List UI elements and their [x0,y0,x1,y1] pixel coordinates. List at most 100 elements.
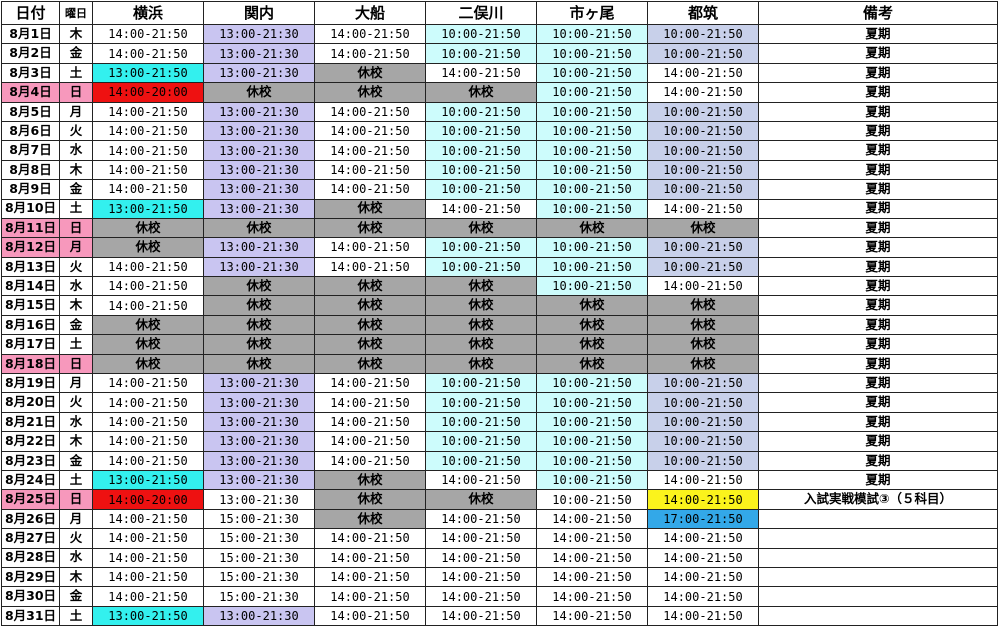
note-cell: 夏期 [758,120,998,142]
ofuna-hours-cell: 休校 [314,489,426,510]
kannai-hours-cell: 13:00-21:30 [203,198,315,219]
tsuzuki-hours-cell: 14:00-21:50 [647,566,759,588]
date-cell: 8月20日 [1,392,60,413]
kannai-hours-cell: 13:00-21:30 [203,101,315,122]
note-cell: 夏期 [758,101,998,122]
yokohama-hours-cell: 休校 [92,217,204,239]
table-row: 8月22日木 14:00-21:50 13:00-21:30 14:00-21:50 1… [1,431,998,452]
weekday-cell: 木 [59,431,93,452]
date-cell: 8月17日 [1,334,60,355]
ichigao-hours-cell: 10:00-21:50 [536,276,648,297]
futamatagawa-hours-cell: 14:00-21:50 [425,528,537,549]
tsuzuki-hours-cell: 10:00-21:50 [647,23,759,45]
futamatagawa-hours-cell: 休校 [425,276,537,297]
note-cell: 夏期 [758,276,998,297]
date-cell: 8月7日 [1,140,60,161]
kannai-hours-cell: 休校 [203,334,315,355]
date-cell: 8月27日 [1,528,60,549]
weekday-cell: 日 [59,217,93,239]
table-row: 8月29日木 14:00-21:50 15:00-21:30 14:00-21:50 1… [1,566,998,588]
kannai-hours-cell: 13:00-21:30 [203,237,315,258]
futamatagawa-hours-cell: 休校 [425,334,537,355]
header-notes: 備考 [758,1,998,25]
weekday-cell: 木 [59,295,93,316]
date-cell: 8月16日 [1,314,60,336]
table-row: 8月28日水 14:00-21:50 15:00-21:30 14:00-21:50 1… [1,547,998,568]
table-row: 8月5日月 14:00-21:50 13:00-21:30 14:00-21:50 10… [1,101,998,122]
ichigao-hours-cell: 10:00-21:50 [536,256,648,278]
yokohama-hours-cell: 13:00-21:50 [92,469,204,491]
tsuzuki-hours-cell: 休校 [647,314,759,336]
ofuna-hours-cell: 14:00-21:50 [314,140,426,161]
tsuzuki-hours-cell: 14:00-21:50 [647,276,759,297]
table-row: 8月25日日 14:00-20:00 13:00-21:30 休校 休校 10:00-21… [1,489,998,510]
futamatagawa-hours-cell: 休校 [425,314,537,336]
header-tsuzuki: 都筑 [647,1,759,25]
ofuna-hours-cell: 14:00-21:50 [314,605,426,627]
table-row: 8月21日水 14:00-21:50 13:00-21:30 14:00-21:50 1… [1,411,998,433]
yokohama-hours-cell: 14:00-21:50 [92,140,204,161]
kannai-hours-cell: 15:00-21:30 [203,566,315,588]
ofuna-hours-cell: 休校 [314,469,426,491]
header-kannai: 関内 [203,1,315,25]
yokohama-hours-cell: 14:00-21:50 [92,23,204,45]
yokohama-hours-cell: 14:00-21:50 [92,179,204,200]
table-row: 8月18日日休校 休校 休校 休校 休校 休校 夏期 [1,353,998,375]
weekday-cell: 金 [59,43,93,64]
date-cell: 8月1日 [1,23,60,45]
futamatagawa-hours-cell: 10:00-21:50 [425,159,537,181]
header-weekday: 曜日 [59,1,93,25]
ichigao-hours-cell: 14:00-21:50 [536,566,648,588]
kannai-hours-cell: 13:00-21:30 [203,469,315,491]
yokohama-hours-cell: 14:00-21:50 [92,528,204,549]
weekday-cell: 日 [59,489,93,510]
yokohama-hours-cell: 14:00-21:50 [92,566,204,588]
futamatagawa-hours-cell: 休校 [425,295,537,316]
futamatagawa-hours-cell: 10:00-21:50 [425,140,537,161]
ofuna-hours-cell: 14:00-21:50 [314,586,426,607]
yokohama-hours-cell: 休校 [92,314,204,336]
kannai-hours-cell: 13:00-21:30 [203,140,315,161]
kannai-hours-cell: 休校 [203,82,315,103]
ofuna-hours-cell: 休校 [314,334,426,355]
ichigao-hours-cell: 10:00-21:50 [536,23,648,45]
kannai-hours-cell: 13:00-21:30 [203,411,315,433]
ichigao-hours-cell: 10:00-21:50 [536,179,648,200]
tsuzuki-hours-cell: 休校 [647,353,759,375]
note-cell [758,586,998,607]
weekday-cell: 木 [59,566,93,588]
table-row: 8月31日土 13:00-21:50 13:00-21:30 14:00-21:50 1… [1,605,998,627]
note-cell [758,605,998,627]
kannai-hours-cell: 13:00-21:30 [203,392,315,413]
header-yokohama: 横浜 [92,1,204,25]
ofuna-hours-cell: 14:00-21:50 [314,101,426,122]
table-row: 8月20日火 14:00-21:50 13:00-21:30 14:00-21:50 1… [1,392,998,413]
note-cell: 夏期 [758,237,998,258]
futamatagawa-hours-cell: 10:00-21:50 [425,431,537,452]
ichigao-hours-cell: 14:00-21:50 [536,605,648,627]
ofuna-hours-cell: 休校 [314,217,426,239]
ofuna-hours-cell: 14:00-21:50 [314,547,426,568]
tsuzuki-hours-cell: 17:00-21:50 [647,508,759,530]
futamatagawa-hours-cell: 休校 [425,82,537,103]
weekday-cell: 土 [59,605,93,627]
note-cell: 夏期 [758,43,998,64]
date-cell: 8月14日 [1,276,60,297]
ofuna-hours-cell: 休校 [314,276,426,297]
date-cell: 8月19日 [1,373,60,394]
weekday-cell: 水 [59,547,93,568]
note-cell: 夏期 [758,23,998,45]
table-row: 8月13日火 14:00-21:50 13:00-21:30 14:00-21:50 1… [1,256,998,278]
tsuzuki-hours-cell: 14:00-21:50 [647,547,759,568]
yokohama-hours-cell: 14:00-21:50 [92,256,204,278]
futamatagawa-hours-cell: 10:00-21:50 [425,411,537,433]
ofuna-hours-cell: 14:00-21:50 [314,237,426,258]
note-cell: 夏期 [758,179,998,200]
weekday-cell: 木 [59,23,93,45]
date-cell: 8月15日 [1,295,60,316]
kannai-hours-cell: 13:00-21:30 [203,120,315,142]
ofuna-hours-cell: 14:00-21:50 [314,431,426,452]
kannai-hours-cell: 休校 [203,295,315,316]
weekday-cell: 土 [59,469,93,491]
futamatagawa-hours-cell: 休校 [425,489,537,510]
